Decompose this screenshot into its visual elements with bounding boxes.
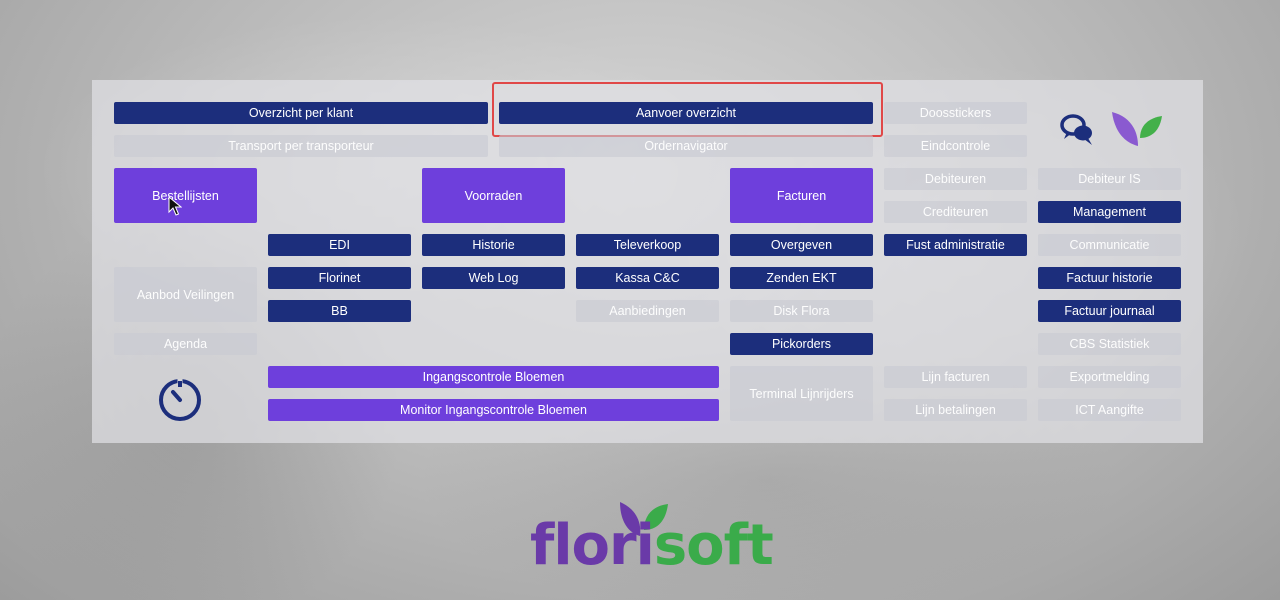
ordernavigator-button[interactable]: Ordernavigator [499,135,873,157]
factuur-journaal-button[interactable]: Factuur journaal [1038,300,1181,322]
fust-administratie-button[interactable]: Fust administratie [884,234,1027,256]
chat-bubbles-icon[interactable] [1058,110,1096,148]
monitor-ingangscontrole-bloemen-button[interactable]: Monitor Ingangscontrole Bloemen [268,399,719,421]
leaves-icon[interactable] [1110,108,1166,150]
florinet-button[interactable]: Florinet [268,267,411,289]
historie-button[interactable]: Historie [422,234,565,256]
ict-aangifte-button[interactable]: ICT Aangifte [1038,399,1181,421]
overgeven-button[interactable]: Overgeven [730,234,873,256]
logo-text-part2: soft [653,513,774,578]
crediteuren-button[interactable]: Crediteuren [884,201,1027,223]
lijn-facturen-button[interactable]: Lijn facturen [884,366,1027,388]
management-button[interactable]: Management [1038,201,1181,223]
web-log-button[interactable]: Web Log [422,267,565,289]
bestellijsten-button[interactable]: Bestellijsten [114,168,257,223]
facturen-button[interactable]: Facturen [730,168,873,223]
logo-text: florisoft [530,513,774,578]
eindcontrole-button[interactable]: Eindcontrole [884,135,1027,157]
debiteur-is-button[interactable]: Debiteur IS [1038,168,1181,190]
communicatie-button[interactable]: Communicatie [1038,234,1181,256]
overzicht-per-klant-button[interactable]: Overzicht per klant [114,102,488,124]
pickorders-button[interactable]: Pickorders [730,333,873,355]
logo-text-part1: flori [530,513,655,578]
voorraden-button[interactable]: Voorraden [422,168,565,223]
mouse-cursor-icon [168,196,182,216]
disk-flora-button[interactable]: Disk Flora [730,300,873,322]
lijn-betalingen-button[interactable]: Lijn betalingen [884,399,1027,421]
cbs-statistiek-button[interactable]: CBS Statistiek [1038,333,1181,355]
transport-per-transporteur-button[interactable]: Transport per transporteur [114,135,488,157]
zenden-ekt-button[interactable]: Zenden EKT [730,267,873,289]
kassa-cc-button[interactable]: Kassa C&C [576,267,719,289]
televerkoop-button[interactable]: Televerkoop [576,234,719,256]
exportmelding-button[interactable]: Exportmelding [1038,366,1181,388]
factuur-historie-button[interactable]: Factuur historie [1038,267,1181,289]
aanbod-veilingen-button[interactable]: Aanbod Veilingen [114,267,257,322]
bb-button[interactable]: BB [268,300,411,322]
debiteuren-button[interactable]: Debiteuren [884,168,1027,190]
florisoft-logo: florisoft [530,498,775,578]
selection-highlight [492,82,883,137]
stopwatch-icon[interactable] [156,376,204,424]
doosstickers-button[interactable]: Doosstickers [884,102,1027,124]
edi-button[interactable]: EDI [268,234,411,256]
ingangscontrole-bloemen-button[interactable]: Ingangscontrole Bloemen [268,366,719,388]
terminal-lijnrijders-button[interactable]: Terminal Lijnrijders [730,366,873,421]
agenda-button[interactable]: Agenda [114,333,257,355]
aanbiedingen-button[interactable]: Aanbiedingen [576,300,719,322]
